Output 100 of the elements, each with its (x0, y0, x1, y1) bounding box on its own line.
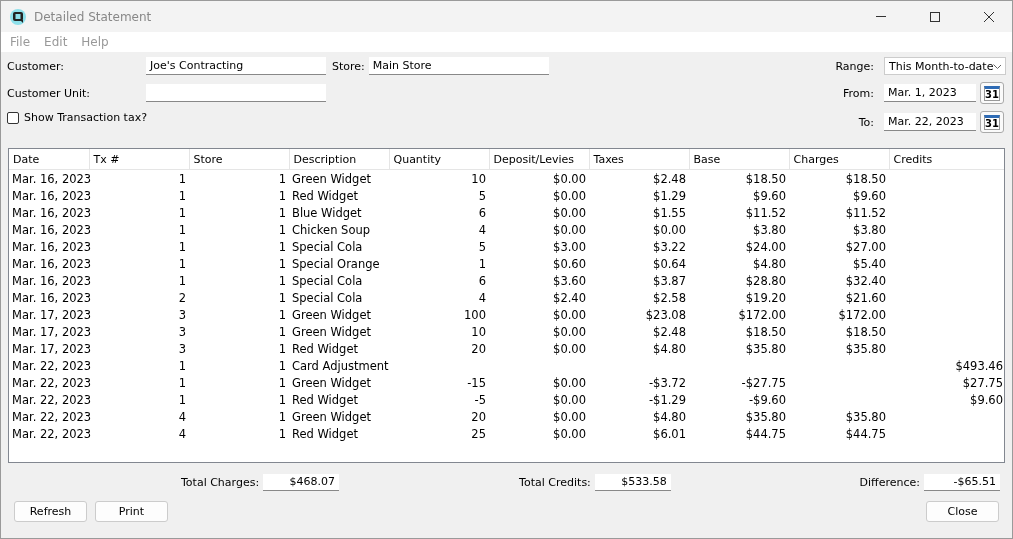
table-cell: $35.80 (845, 341, 886, 356)
column-header[interactable]: Base (689, 149, 789, 170)
table-cell: $18.50 (845, 171, 886, 186)
window-title: Detailed Statement (34, 9, 153, 24)
table-cell: 1 (278, 324, 286, 339)
table-cell: Mar. 16, 2023 (12, 171, 92, 186)
table-cell: $0.00 (553, 392, 586, 407)
table-cell: Green Widget (292, 324, 371, 339)
table-cell: 1 (278, 307, 286, 322)
table-cell: Green Widget (292, 409, 371, 424)
customer-label: Customer: (7, 59, 65, 73)
action-button[interactable]: Print (95, 501, 168, 522)
table-cell: 3 (178, 341, 186, 356)
table-cell: 1 (178, 188, 186, 203)
table-cell: Mar. 22, 2023 (12, 392, 92, 407)
action-button[interactable]: Refresh (14, 501, 87, 522)
table-cell: $44.75 (745, 426, 786, 441)
table-cell: $23.08 (645, 307, 686, 322)
table-cell: Mar. 16, 2023 (12, 205, 92, 220)
table-cell: 10 (471, 171, 486, 186)
to-date-field[interactable]: Mar. 22, 2023 (884, 113, 976, 131)
column-header[interactable]: Taxes (589, 149, 689, 170)
table-cell: Red Widget (292, 188, 358, 203)
table-cell: $19.20 (745, 290, 786, 305)
total-field: -$65.51 (924, 473, 1000, 491)
table-cell: Red Widget (292, 426, 358, 441)
table-cell: 3 (178, 307, 186, 322)
table-cell: 5 (478, 239, 486, 254)
table-cell: -5 (474, 392, 486, 407)
column-header[interactable]: Quantity (389, 149, 489, 170)
table-cell: 4 (478, 222, 486, 237)
table-cell: $28.80 (745, 273, 786, 288)
range-dropdown[interactable]: This Month-to-date (884, 57, 1006, 75)
table-cell: 1 (278, 409, 286, 424)
table-cell: -$1.29 (648, 392, 686, 407)
column-header[interactable]: Description (289, 149, 389, 170)
checkbox-label: Show Transaction tax? (24, 111, 147, 124)
customer-unit-label: Customer Unit: (7, 86, 92, 100)
table-cell: Mar. 16, 2023 (12, 239, 92, 254)
table-cell: Mar. 17, 2023 (12, 324, 92, 339)
table-cell: Red Widget (292, 341, 358, 356)
table-cell: $3.87 (653, 273, 686, 288)
table-cell: $0.00 (553, 205, 586, 220)
from-date-field[interactable]: Mar. 1, 2023 (884, 84, 976, 102)
table-cell: -15 (467, 375, 486, 390)
table-cell: $24.00 (745, 239, 786, 254)
table-cell: 25 (471, 426, 486, 441)
column-header[interactable]: Charges (789, 149, 889, 170)
column-header[interactable]: Deposit/Levies (489, 149, 589, 170)
column-header[interactable]: Store (189, 149, 289, 170)
table-cell: 1 (278, 375, 286, 390)
table-cell: $0.00 (553, 341, 586, 356)
table-cell: $2.48 (653, 171, 686, 186)
table-cell: $0.00 (553, 188, 586, 203)
calendar-button[interactable]: 31 (980, 82, 1004, 104)
table-cell: $4.80 (653, 409, 686, 424)
table-cell: $2.40 (553, 290, 586, 305)
table-cell: 1 (278, 256, 286, 271)
table-cell: 1 (278, 341, 286, 356)
table-cell: 1 (178, 375, 186, 390)
table-cell: Mar. 22, 2023 (12, 375, 92, 390)
table-cell: $3.00 (553, 239, 586, 254)
from-label: From: (842, 86, 875, 100)
table-cell: $4.80 (753, 256, 786, 271)
table-cell: Mar. 17, 2023 (12, 341, 92, 356)
table-cell: $2.48 (653, 324, 686, 339)
table-cell: $11.52 (745, 205, 786, 220)
table-cell: Mar. 17, 2023 (12, 307, 92, 322)
table-cell: $172.00 (738, 307, 786, 322)
column-header[interactable]: Credits (889, 149, 1004, 170)
table-cell: Chicken Soup (292, 222, 371, 237)
table-cell: Green Widget (292, 171, 371, 186)
table-cell: Mar. 22, 2023 (12, 358, 92, 373)
table-cell: 1 (278, 273, 286, 288)
store-field[interactable]: Main Store (368, 57, 549, 75)
table-cell: Mar. 16, 2023 (12, 222, 92, 237)
table-cell: $0.00 (553, 171, 586, 186)
table-cell: 20 (471, 409, 486, 424)
table-cell: 1 (278, 358, 286, 373)
customer-field[interactable]: Joe's Contracting (146, 57, 326, 75)
total-label: Difference: (859, 475, 920, 489)
table-cell: $35.80 (745, 341, 786, 356)
column-header[interactable]: Tx # (89, 149, 189, 170)
table-cell: $0.60 (553, 256, 586, 271)
total-label: Total Credits: (519, 475, 591, 489)
table-cell: $0.00 (653, 222, 686, 237)
table-cell: Mar. 16, 2023 (12, 290, 92, 305)
table-cell: $9.60 (970, 392, 1003, 407)
table-cell: 6 (478, 273, 486, 288)
table-cell: 4 (178, 409, 186, 424)
store-label: Store: (331, 59, 366, 73)
column-header[interactable]: Date (9, 149, 89, 170)
table-cell: 1 (278, 222, 286, 237)
close-button[interactable]: Close (926, 501, 999, 522)
calendar-button[interactable]: 31 (980, 111, 1004, 133)
table-cell: Mar. 16, 2023 (12, 273, 92, 288)
table-cell: 100 (464, 307, 486, 322)
table-cell: Blue Widget (292, 205, 362, 220)
table-cell: $32.40 (845, 273, 886, 288)
table-cell: $0.64 (653, 256, 686, 271)
